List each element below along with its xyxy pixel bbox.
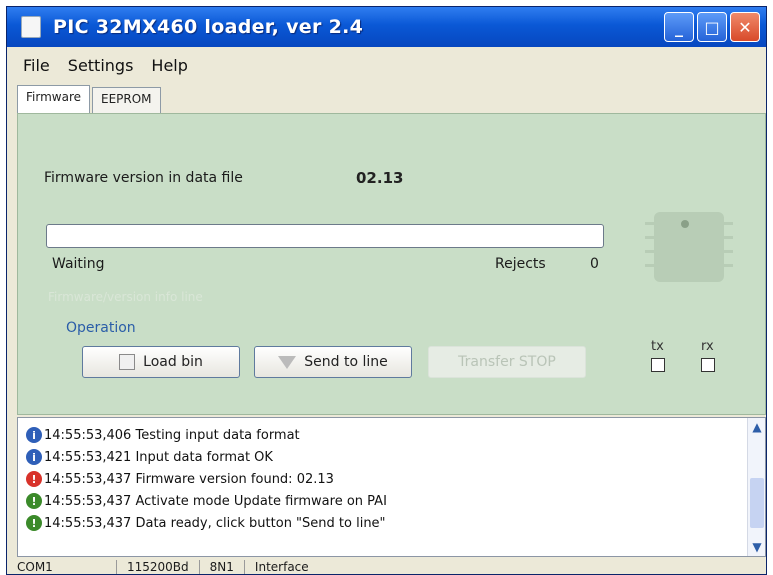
chip-pin xyxy=(645,250,654,253)
tx-checkbox[interactable] xyxy=(651,358,665,372)
chip-pin xyxy=(645,222,654,225)
ok-icon: ! xyxy=(26,515,42,531)
rx-label: rx xyxy=(701,339,714,354)
status-interface: Interface xyxy=(254,560,309,574)
log-entry: ! 14:55:53,437 Data ready, click button … xyxy=(26,512,386,534)
chip-pin xyxy=(724,264,733,267)
status-format: 8N1 xyxy=(200,560,245,574)
tab-firmware[interactable]: Firmware xyxy=(17,85,90,113)
send-to-line-button[interactable]: Send to line xyxy=(254,346,412,378)
firmware-version-label: Firmware version in data file xyxy=(44,170,243,186)
rejects-value: 0 xyxy=(590,256,599,272)
rejects-label: Rejects xyxy=(495,256,546,272)
window-controls: _ □ ✕ xyxy=(664,12,760,42)
error-icon: ! xyxy=(26,471,42,487)
menu-settings[interactable]: Settings xyxy=(66,56,136,75)
chevron-down-icon[interactable]: ▼ xyxy=(748,538,766,556)
log-scrollbar[interactable]: ▲ ▼ xyxy=(747,418,765,556)
menu-file[interactable]: File xyxy=(21,56,52,75)
funnel-icon xyxy=(278,355,297,369)
load-bin-label: Load bin xyxy=(143,354,203,370)
chip-pin xyxy=(724,250,733,253)
transfer-stop-button[interactable]: Transfer STOP xyxy=(428,346,586,378)
log-entry: i 14:55:53,421 Input data format OK xyxy=(26,446,273,468)
load-bin-button[interactable]: Load bin xyxy=(82,346,240,378)
info-icon: i xyxy=(26,427,42,443)
progress-bar xyxy=(46,224,604,248)
status-port: COM1 xyxy=(7,560,117,574)
send-to-line-label: Send to line xyxy=(304,354,388,370)
chip-pin xyxy=(645,264,654,267)
firmware-panel: Firmware version in data file 02.13 Wait… xyxy=(17,113,766,415)
log-entry: ! 14:55:53,437 Activate mode Update firm… xyxy=(26,490,387,512)
status-bar: COM1 115200Bd 8N1 Interface xyxy=(7,559,766,574)
chip-dot xyxy=(681,220,689,228)
log-text: 14:55:53,406 Testing input data format xyxy=(44,427,300,443)
menu-bar: File Settings Help xyxy=(7,51,766,79)
ok-icon: ! xyxy=(26,493,42,509)
log-entry: ! 14:55:53,437 Firmware version found: 0… xyxy=(26,468,334,490)
title-bar[interactable]: PIC 32MX460 loader, ver 2.4 _ □ ✕ xyxy=(7,7,766,47)
app-window: PIC 32MX460 loader, ver 2.4 _ □ ✕ File S… xyxy=(6,6,767,575)
minimize-button[interactable]: _ xyxy=(664,12,694,42)
window-title: PIC 32MX460 loader, ver 2.4 xyxy=(53,16,364,38)
menu-help[interactable]: Help xyxy=(149,56,189,75)
tx-label: tx xyxy=(651,339,664,354)
app-icon xyxy=(21,16,41,38)
log-text: 14:55:53,421 Input data format OK xyxy=(44,449,273,465)
chip-pin xyxy=(724,236,733,239)
firmware-version-value: 02.13 xyxy=(356,169,404,187)
chip-pin xyxy=(724,222,733,225)
file-icon xyxy=(119,354,136,370)
log-text: 14:55:53,437 Firmware version found: 02.… xyxy=(44,471,334,487)
chip-icon xyxy=(654,212,724,282)
info-icon: i xyxy=(26,449,42,465)
disabled-info-text: Firmware/version info line xyxy=(48,290,203,304)
scroll-thumb[interactable] xyxy=(750,478,764,528)
maximize-button[interactable]: □ xyxy=(697,12,727,42)
log-text: 14:55:53,437 Activate mode Update firmwa… xyxy=(44,493,387,509)
transfer-stop-label: Transfer STOP xyxy=(458,354,556,370)
close-button[interactable]: ✕ xyxy=(730,12,760,42)
status-text: Waiting xyxy=(52,256,105,272)
status-baud: 115200Bd xyxy=(117,560,200,574)
log-text: 14:55:53,437 Data ready, click button "S… xyxy=(44,515,386,531)
tab-strip: Firmware EEPROM xyxy=(17,85,163,113)
chevron-up-icon[interactable]: ▲ xyxy=(748,418,766,436)
chip-pin xyxy=(645,236,654,239)
log-entry: i 14:55:53,406 Testing input data format xyxy=(26,424,300,446)
tab-eeprom[interactable]: EEPROM xyxy=(92,87,161,113)
log-list[interactable]: i 14:55:53,406 Testing input data format… xyxy=(17,417,766,557)
operation-label: Operation xyxy=(66,320,136,336)
rx-checkbox[interactable] xyxy=(701,358,715,372)
